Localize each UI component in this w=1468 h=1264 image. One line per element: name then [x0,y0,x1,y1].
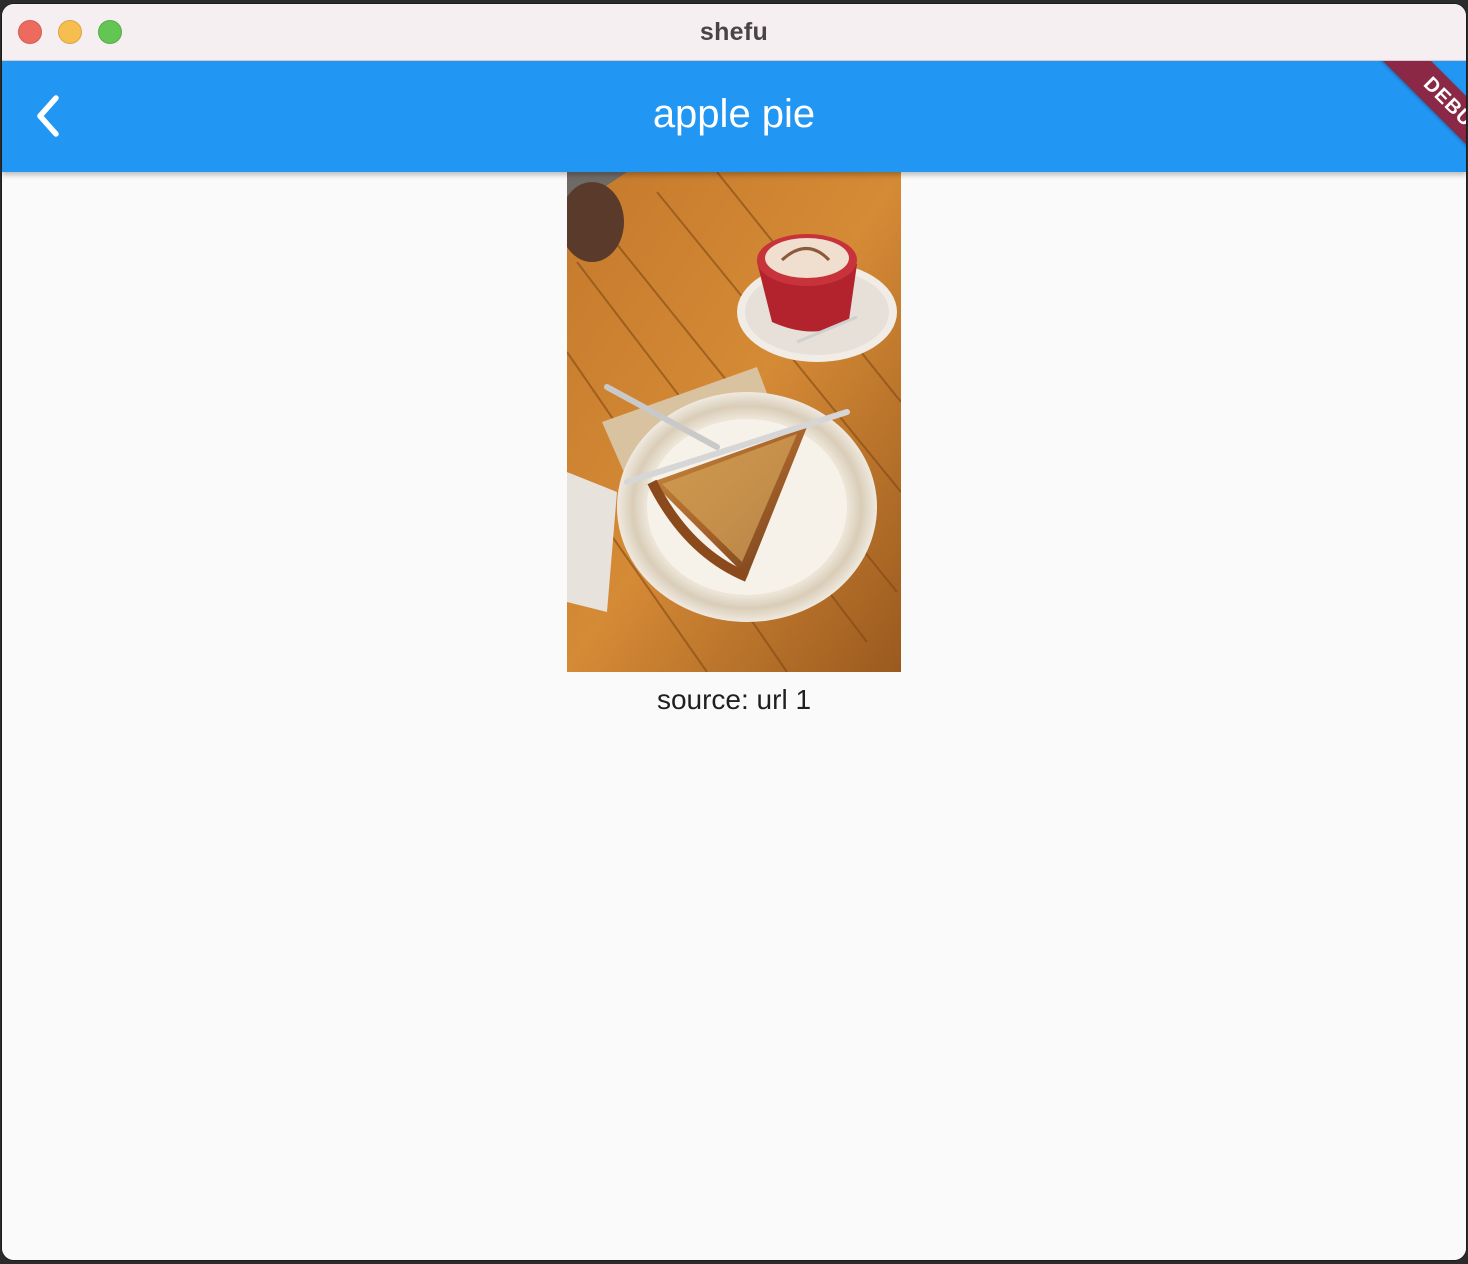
page-title: apple pie [652,92,816,136]
window-titlebar: shefu [2,4,1466,61]
apple-pie-photo [567,172,901,672]
recipe-source-text: source: url 1 [656,684,812,715]
app-window: shefu apple pie DEBUG source: url 1 [2,4,1466,1260]
app-bar: apple pie DEBUG [2,61,1466,191]
recipe-content: source: url 1 [2,172,1466,1260]
window-title: shefu [699,18,769,46]
